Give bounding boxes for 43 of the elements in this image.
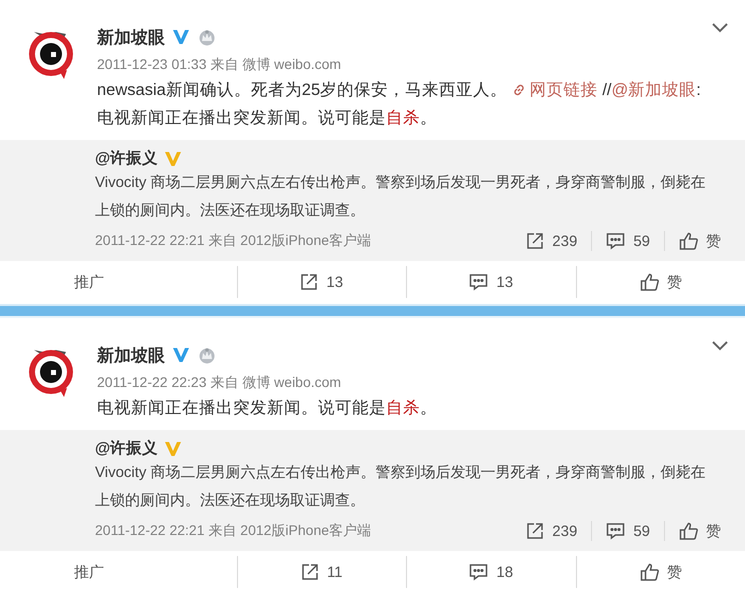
post-text: 电视新闻正在播出突发新闻。说可能是 自杀。 <box>97 398 438 419</box>
caret-icon[interactable] <box>711 340 729 352</box>
quoted-text: Vivocity 商场二层男厕六点左右传出枪声。警察到场后发现一男死者，身穿商警制服，倒毙在上锁的厕间内。法医还在现场取证调查。 <box>95 463 707 511</box>
author-name[interactable]: 新加坡眼 <box>97 26 165 48</box>
thumbs-up-icon <box>640 273 659 291</box>
post-meta: 2011-12-23 01:33 来自 微博 weibo.com <box>97 56 342 74</box>
thumbs-up-icon <box>640 563 659 581</box>
promote-button[interactable]: 推广 <box>0 556 236 588</box>
repost-button[interactable]: 11 <box>236 556 406 588</box>
like-button[interactable]: 赞 <box>576 556 745 588</box>
comment-icon <box>469 563 488 581</box>
repost-button[interactable]: 13 <box>236 266 406 298</box>
quoted-meta: 2011-12-22 22:21 来自 2012版iPhone客户端 <box>95 522 372 540</box>
thumbs-up-icon <box>679 522 698 540</box>
web-link[interactable]: 网页链接 <box>512 81 598 99</box>
post-text: newsasia新闻确认。死者为25岁的保安，马来西亚人。 网页链接 //@新加坡眼: 电视新闻正在播出突发新闻。说可能是 自杀。 <box>97 80 702 129</box>
caret-icon[interactable] <box>711 22 729 34</box>
repost-button[interactable]: 239 <box>512 231 592 251</box>
quoted-author[interactable]: @许振义 <box>95 148 158 169</box>
author-name[interactable]: 新加坡眼 <box>97 344 165 366</box>
comment-icon <box>606 232 626 250</box>
repost-button[interactable]: 239 <box>512 521 592 541</box>
comment-button[interactable]: 59 <box>591 231 664 251</box>
quoted-author[interactable]: @许振义 <box>95 438 158 459</box>
quoted-text: Vivocity 商场二层男厕六点左右传出枪声。警察到场后发现一男死者，身穿商警制服，倒毙在上锁的厕间内。法医还在现场取证调查。 <box>95 173 707 221</box>
quoted-meta: 2011-12-22 22:21 来自 2012版iPhone客户端 <box>95 232 372 250</box>
comment-button[interactable]: 13 <box>406 266 576 298</box>
like-button[interactable]: 赞 <box>664 231 721 251</box>
mention-link[interactable]: @新加坡眼 <box>612 81 696 99</box>
comment-icon <box>606 522 626 540</box>
comment-button[interactable]: 18 <box>406 556 576 588</box>
link-icon <box>512 83 526 97</box>
share-icon <box>300 273 318 291</box>
share-icon <box>526 522 544 540</box>
post-meta: 2011-12-22 22:23 来自 微博 weibo.com <box>97 374 342 392</box>
comment-button[interactable]: 59 <box>591 521 664 541</box>
like-button[interactable]: 赞 <box>664 521 721 541</box>
share-icon <box>300 563 319 581</box>
thumbs-up-icon <box>679 232 698 250</box>
share-icon <box>526 232 544 250</box>
like-button[interactable]: 赞 <box>576 266 745 298</box>
comment-icon <box>469 273 488 291</box>
promote-button[interactable]: 推广 <box>0 266 236 298</box>
